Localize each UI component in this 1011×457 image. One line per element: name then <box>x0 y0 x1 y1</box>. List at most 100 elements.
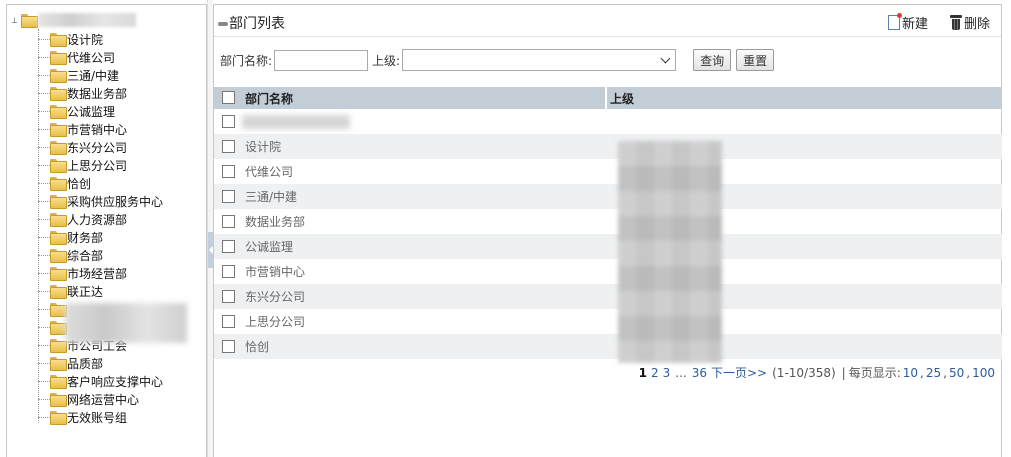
department-name: 数据业务部 <box>245 215 306 229</box>
tree-item-label: 数据业务部 <box>67 86 128 101</box>
table-row[interactable]: 代维公司 <box>214 159 1002 184</box>
page-size-50[interactable]: 50 <box>949 366 964 380</box>
tree-connector <box>38 92 50 94</box>
page-link-2[interactable]: 2 <box>651 366 659 380</box>
tree-item[interactable]: 东兴分公司 <box>38 138 127 156</box>
tree-root-label-redacted <box>38 13 136 27</box>
tree-item[interactable]: 市营销中心 <box>38 120 127 138</box>
new-button[interactable]: 新建 <box>888 13 928 32</box>
tree-item[interactable] <box>38 318 67 336</box>
collapse-toggle-icon[interactable]: ⊥ <box>11 16 21 25</box>
tree-item[interactable]: 人力资源部 <box>38 210 127 228</box>
delete-button[interactable]: 删除 <box>950 13 990 32</box>
department-name: 东兴分公司 <box>245 290 306 304</box>
tree-item[interactable]: 无效账号组 <box>38 408 127 426</box>
tree-item[interactable]: 联正达 <box>38 282 103 300</box>
record-range: (1-10/358) <box>772 365 836 380</box>
tree-item-label: 综合部 <box>67 248 104 263</box>
table-row[interactable]: 数据业务部 <box>214 209 1002 234</box>
table-row[interactable] <box>214 109 1002 134</box>
folder-icon <box>50 357 67 371</box>
tree-connector <box>38 290 50 292</box>
tree-item[interactable] <box>38 300 67 318</box>
row-checkbox[interactable] <box>222 315 235 328</box>
search-bar: 部门名称: 上级: 查询 重置 <box>220 49 775 71</box>
folder-icon <box>50 285 67 299</box>
row-checkbox[interactable] <box>222 215 235 228</box>
tree-item-label: 网络运营中心 <box>67 392 140 407</box>
tree-item[interactable]: 上思分公司 <box>38 156 127 174</box>
table-row[interactable]: 上思分公司 <box>214 309 1002 334</box>
table-row[interactable]: 市营销中心 <box>214 259 1002 284</box>
query-button[interactable]: 查询 <box>693 49 732 71</box>
department-name: 上思分公司 <box>245 315 306 329</box>
tree-item[interactable]: 综合部 <box>38 246 103 264</box>
row-checkbox[interactable] <box>222 140 235 153</box>
tree-item[interactable]: 财务部 <box>38 228 103 246</box>
tree-item[interactable]: 三通/中建 <box>38 66 119 84</box>
table-header: 部门名称 上级 <box>214 87 1002 109</box>
row-checkbox[interactable] <box>222 165 235 178</box>
next-page-link[interactable]: 下一页>> <box>711 364 767 381</box>
tree-connector <box>38 110 50 112</box>
table-row[interactable]: 设计院 <box>214 134 1002 159</box>
page-title-text: 部门列表 <box>229 16 285 32</box>
department-name: 设计院 <box>245 140 282 154</box>
row-checkbox[interactable] <box>222 340 235 353</box>
tree-item-label: 采购供应服务中心 <box>67 194 164 209</box>
tree-item[interactable]: 品质部 <box>38 354 103 372</box>
page-size-100[interactable]: 100 <box>972 366 995 380</box>
column-header-parent[interactable]: 上级 <box>610 90 634 107</box>
folder-icon <box>50 33 67 47</box>
folder-icon <box>50 411 67 425</box>
row-checkbox[interactable] <box>222 290 235 303</box>
row-checkbox[interactable] <box>222 190 235 203</box>
tree-item[interactable]: 公诚监理 <box>38 102 115 120</box>
page-link-3[interactable]: 3 <box>663 366 671 380</box>
tree-item[interactable]: 客户响应支撑中心 <box>38 372 163 390</box>
folder-icon <box>50 375 67 389</box>
folder-icon <box>50 69 67 83</box>
row-checkbox[interactable] <box>222 240 235 253</box>
redacted-name <box>242 115 350 129</box>
page-size-25[interactable]: 25 <box>926 366 941 380</box>
page-size-10[interactable]: 10 <box>903 366 918 380</box>
folder-icon <box>50 213 67 227</box>
table-row[interactable]: 三通/中建 <box>214 184 1002 209</box>
department-tree: ⊥ 设计院代维公司 三通/中建数据业务部 公诚监理 市营销中心 东兴分公司 上思分公司恰创… <box>6 4 207 457</box>
tree-item[interactable]: 网络运营中心 <box>38 390 139 408</box>
tree-item[interactable]: 数据业务部 <box>38 84 127 102</box>
reset-button[interactable]: 重置 <box>736 49 775 71</box>
tree-connector <box>38 344 50 346</box>
tree-item-label: 代维公司 <box>67 50 116 65</box>
column-header-name[interactable]: 部门名称 <box>245 90 293 107</box>
tree-item-label: 恰创 <box>67 176 92 191</box>
select-all-checkbox[interactable] <box>222 91 235 104</box>
page-link-last[interactable]: 36 <box>692 366 707 380</box>
folder-icon <box>50 231 67 245</box>
tree-item[interactable]: 恰创 <box>38 174 91 192</box>
tree-item[interactable]: 市场经营部 <box>38 264 127 282</box>
row-checkbox[interactable] <box>222 265 235 278</box>
tree-item[interactable]: 设计院 <box>38 30 103 48</box>
tree-connector <box>38 308 50 310</box>
folder-icon <box>50 321 67 335</box>
row-checkbox[interactable] <box>222 115 235 128</box>
parent-select[interactable] <box>402 49 677 71</box>
folder-icon <box>50 267 67 281</box>
tree-item-label: 财务部 <box>67 230 104 245</box>
column-divider <box>605 87 607 109</box>
tree-item[interactable]: 代维公司 <box>38 48 115 66</box>
table-row[interactable]: 东兴分公司 <box>214 284 1002 309</box>
tree-item-label: 无效账号组 <box>67 410 128 425</box>
folder-icon <box>50 195 67 209</box>
tree-connector <box>38 236 50 238</box>
tree-item[interactable]: 采购供应服务中心 <box>38 192 163 210</box>
tree-connector <box>38 254 50 256</box>
tree-root[interactable]: ⊥ <box>11 11 136 29</box>
new-button-label: 新建 <box>902 17 929 32</box>
table-row[interactable]: 公诚监理 <box>214 234 1002 259</box>
table-row[interactable]: 恰创 <box>214 334 1002 359</box>
page-title: 部门列表 <box>218 13 285 33</box>
dept-name-input[interactable] <box>274 49 369 71</box>
